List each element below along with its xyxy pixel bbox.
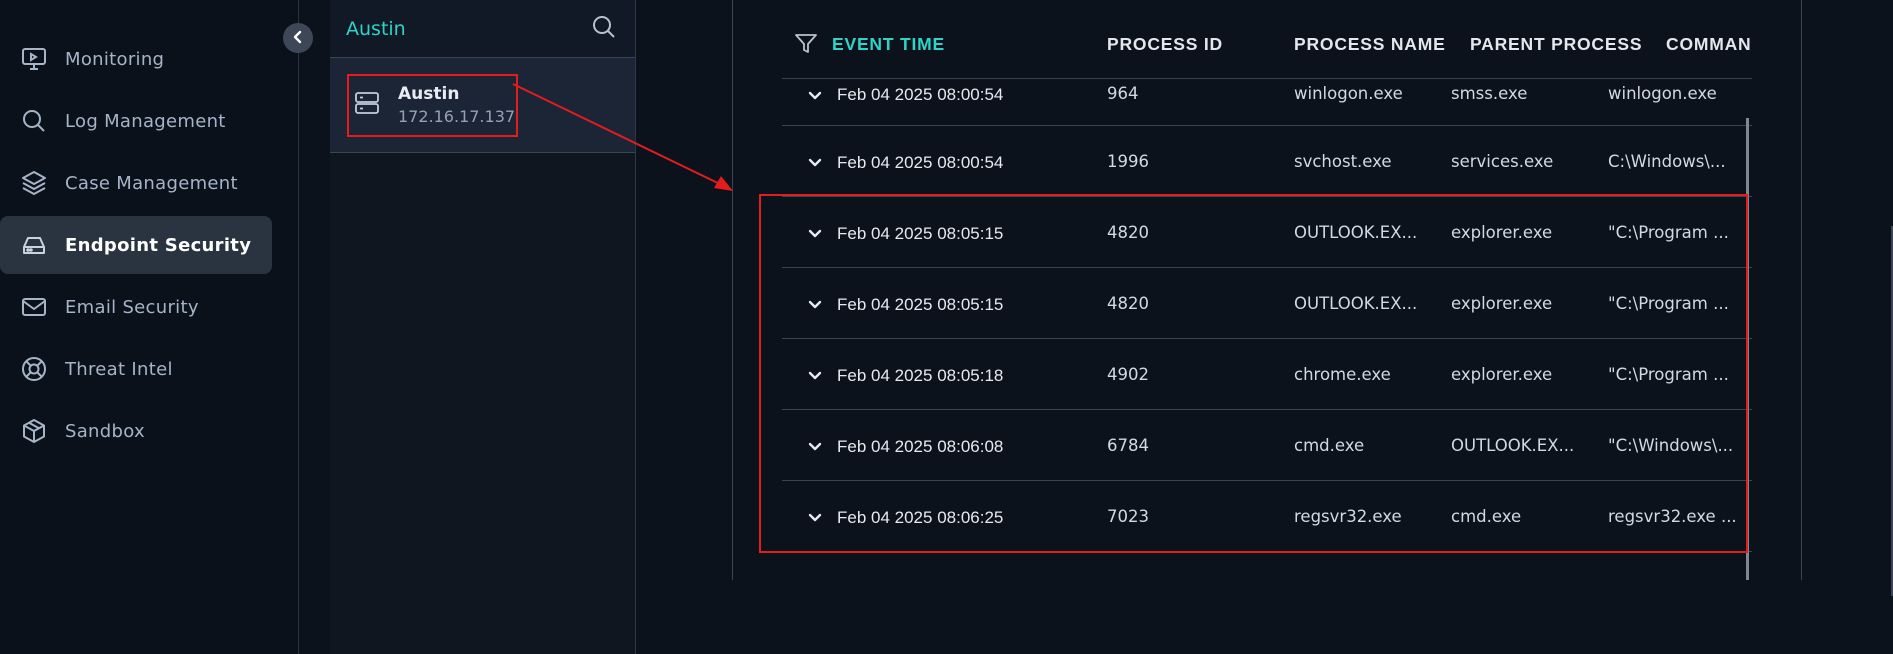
host-highlight-box (347, 74, 518, 137)
sidebar-item-label: Endpoint Security (65, 234, 252, 256)
process-id-cell: 964 (1107, 84, 1139, 103)
sidebar: Monitoring Log Management Case Managemen… (0, 0, 299, 654)
mail-icon (19, 292, 49, 322)
cube-icon (19, 416, 49, 446)
table-row[interactable]: Feb 04 2025 08:00:54 1996 svchost.exe servi… (782, 126, 1752, 197)
command-cell: winlogon.exe (1608, 84, 1717, 103)
sidebar-item-label: Threat Intel (65, 358, 173, 380)
sidebar-item-threat-intel[interactable]: Threat Intel (0, 340, 272, 398)
sidebar-item-label: Email Security (65, 296, 199, 318)
sidebar-item-endpoint-security[interactable]: Endpoint Security (0, 216, 272, 274)
sidebar-item-log-management[interactable]: Log Management (0, 92, 272, 150)
monitor-icon (19, 44, 49, 74)
chevron-left-icon (291, 29, 305, 48)
layers-icon (19, 168, 49, 198)
sidebar-collapse-button[interactable] (283, 23, 313, 53)
table-row[interactable]: Feb 04 2025 08:00:54 964 winlogon.exe smss.… (782, 79, 1752, 126)
search-icon[interactable] (591, 14, 617, 44)
table-header: EVENT TIME PROCESS ID PROCESS NAME PAREN… (782, 0, 1752, 79)
event-time-cell: Feb 04 2025 08:00:54 (837, 85, 1004, 104)
hard-drive-icon (19, 230, 49, 260)
chevron-down-icon[interactable] (806, 154, 824, 172)
host-search-input[interactable]: Austin (346, 18, 406, 40)
sidebar-item-label: Monitoring (65, 48, 165, 70)
column-header-event-time[interactable]: EVENT TIME (832, 34, 945, 55)
content-right-border (1801, 0, 1802, 580)
chevron-down-icon[interactable] (806, 87, 824, 105)
process-name-cell: winlogon.exe (1294, 84, 1403, 103)
lifebuoy-icon (19, 354, 49, 384)
sidebar-item-case-management[interactable]: Case Management (0, 154, 272, 212)
column-header-process-name[interactable]: PROCESS NAME (1294, 34, 1446, 55)
process-name-cell: svchost.exe (1294, 152, 1392, 171)
sidebar-item-label: Log Management (65, 110, 226, 132)
event-time-cell: Feb 04 2025 08:00:54 (837, 153, 1004, 172)
parent-process-cell: smss.exe (1451, 84, 1528, 103)
content-left-border (732, 0, 733, 580)
process-id-cell: 1996 (1107, 152, 1149, 171)
sidebar-item-label: Sandbox (65, 420, 145, 442)
column-header-process-id[interactable]: PROCESS ID (1107, 34, 1223, 55)
sidebar-item-monitoring[interactable]: Monitoring (0, 30, 272, 88)
rows-highlight-box (759, 194, 1748, 553)
sidebar-item-email-security[interactable]: Email Security (0, 278, 272, 336)
command-cell: C:\Windows\... (1608, 152, 1726, 171)
column-header-command[interactable]: COMMAN (1666, 34, 1752, 55)
sidebar-item-sandbox[interactable]: Sandbox (0, 402, 272, 460)
filter-icon[interactable] (794, 32, 818, 60)
host-search-bar[interactable]: Austin (330, 0, 635, 58)
column-header-parent-process[interactable]: PARENT PROCESS (1470, 34, 1642, 55)
parent-process-cell: services.exe (1451, 152, 1554, 171)
search-icon (19, 106, 49, 136)
sidebar-item-label: Case Management (65, 172, 238, 194)
